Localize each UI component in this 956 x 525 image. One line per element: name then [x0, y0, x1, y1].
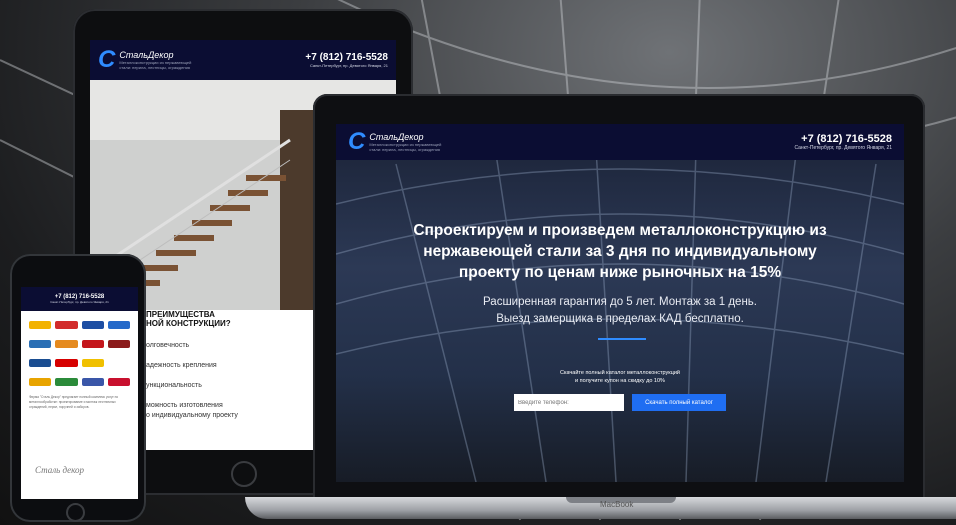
benefit-item: олговечность	[146, 342, 190, 349]
client-logo	[107, 340, 130, 348]
logo-icon[interactable]: С	[348, 128, 365, 156]
laptop-header: С СтальДекор Металлоконструкции из нержа…	[336, 124, 904, 160]
phone-home-button[interactable]	[66, 503, 85, 522]
client-logo	[29, 321, 52, 329]
hero-subtitle-line2: Выезд замерщика в пределах КАД бесплатно…	[496, 313, 744, 325]
client-logo	[107, 321, 130, 329]
laptop-screen: С СтальДекор Металлоконструкции из нержа…	[336, 124, 904, 482]
benefits-title-line2: НОЙ КОНСТРУКЦИИ?	[146, 319, 231, 328]
catalog-offer-line2: и получите купон на скидку до 10%	[575, 378, 665, 384]
client-logo	[55, 340, 78, 348]
client-logos	[29, 321, 130, 393]
brand-name: СтальДекор	[369, 132, 424, 142]
client-logo	[107, 378, 130, 386]
download-catalog-button[interactable]: Скачать полный каталог	[632, 394, 726, 411]
client-logo	[81, 321, 104, 329]
benefit-item: можность изготовления	[146, 402, 223, 409]
laptop-model-label: MacBook	[600, 500, 634, 509]
hero-subtitle: Расширенная гарантия до 5 лет. Монтаж за…	[336, 294, 904, 328]
header-phone[interactable]: +7 (812) 716-5528	[305, 52, 388, 63]
benefit-item: ункциональность	[146, 382, 202, 389]
logo-icon[interactable]: С	[98, 46, 115, 74]
client-logo	[81, 340, 104, 348]
client-logo	[29, 340, 52, 348]
benefit-item: о индивидуальному проекту	[146, 412, 238, 419]
hero-headline: Спроектируем и произведем металлоконстру…	[336, 220, 904, 283]
brand-tagline-2: стали: перила, лестницы, ограждения	[119, 65, 190, 70]
benefits-title-line1: ПРЕИМУЩЕСТВА	[146, 310, 215, 319]
hero-subtitle-line1: Расширенная гарантия до 5 лет. Монтаж за…	[483, 296, 757, 308]
header-address: Санкт-Петербург, пр. Девятого Января, 21	[309, 63, 388, 68]
tablet-header: С СтальДекор Металлоконструкции из нержа…	[90, 40, 396, 80]
client-logo	[29, 378, 52, 386]
client-logo	[107, 359, 130, 367]
client-logo	[55, 359, 78, 367]
brand-name: СтальДекор	[119, 50, 174, 60]
phone-screen: +7 (812) 716-5528 Санкт-Петербург, пр. Д…	[21, 287, 138, 499]
benefit-item: адежность крепления	[146, 362, 217, 369]
hero-headline-line3: проекту по ценам ниже рыночных на 15%	[458, 264, 782, 281]
hero-divider	[598, 338, 646, 340]
about-text: Фирма "Сталь Декор" предлагает полный ко…	[29, 395, 119, 409]
client-logo	[81, 378, 104, 386]
tablet-home-button[interactable]	[231, 461, 257, 487]
header-phone[interactable]: +7 (812) 716-5528	[794, 133, 892, 145]
phone-header: +7 (812) 716-5528 Санкт-Петербург, пр. Д…	[21, 287, 138, 311]
client-logo	[55, 321, 78, 329]
client-logo	[55, 378, 78, 386]
signature: Сталь декор	[35, 465, 85, 475]
header-address: Санкт-Петербург, пр. Девятого Января, 21	[794, 145, 892, 151]
catalog-offer-line1: Скачайте полный каталог металлоконструкц…	[559, 370, 681, 376]
phone-input[interactable]	[514, 394, 624, 411]
brand-tagline-2: стали: перила, лестницы, ограждения	[369, 147, 440, 152]
hero-headline-line2: нержавеющей стали за 3 дня по индивидуал…	[423, 243, 817, 260]
client-logo	[29, 359, 52, 367]
catalog-offer: Скачайте полный каталог металлоконструкц…	[336, 369, 904, 385]
benefits-title: ПРЕИМУЩЕСТВА НОЙ КОНСТРУКЦИИ?	[146, 310, 231, 328]
client-logo	[81, 359, 104, 367]
header-address: Санкт-Петербург, пр. Девятого Января, 21	[50, 300, 109, 304]
hero-headline-line1: Спроектируем и произведем металлоконстру…	[413, 222, 827, 239]
